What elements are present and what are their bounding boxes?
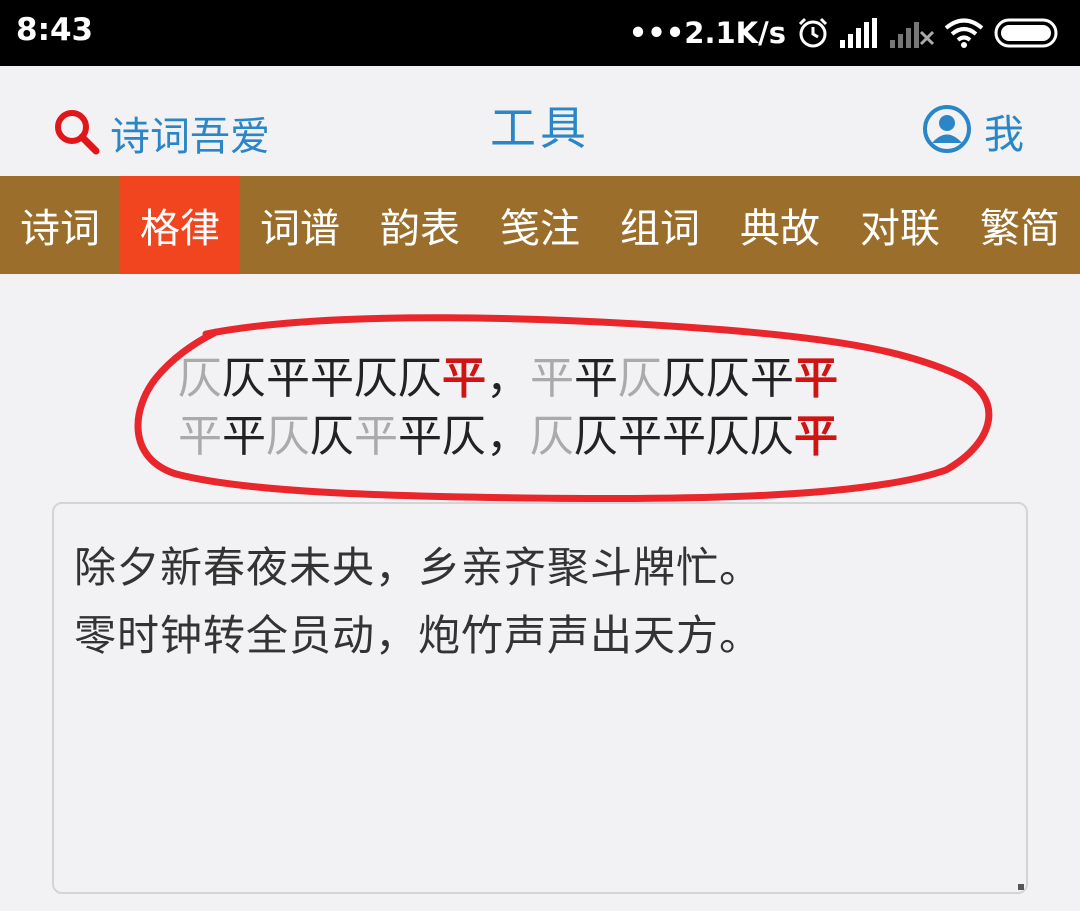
tool-tabs: 诗词 格律 词谱 韵表 笺注 组词 典故 对联 繁简 bbox=[0, 176, 1080, 274]
status-icons: •••2.1K/s bbox=[629, 12, 1062, 54]
tab-5[interactable]: 组词 bbox=[600, 176, 720, 274]
pattern-punctuation: ， bbox=[486, 353, 530, 404]
tone-char: 平 bbox=[662, 411, 706, 462]
tone-char: 仄 bbox=[530, 411, 574, 462]
tone-char: 平 bbox=[222, 411, 266, 462]
signal-icon bbox=[840, 18, 880, 48]
tone-char: 仄 bbox=[178, 353, 222, 404]
status-bar: 8:43 •••2.1K/s bbox=[0, 0, 1080, 66]
signal-off-icon bbox=[890, 18, 934, 48]
tab-7[interactable]: 对联 bbox=[840, 176, 960, 274]
tone-char: 仄 bbox=[750, 411, 794, 462]
tone-char: 平 bbox=[398, 411, 442, 462]
poem-input[interactable]: 除夕新春夜未央，乡亲齐聚斗牌忙。 零时钟转全员动，炮竹声声出天方。 bbox=[52, 502, 1028, 894]
pattern-punctuation: ， bbox=[486, 411, 530, 462]
user-avatar-icon bbox=[922, 104, 972, 158]
tab-2[interactable]: 词谱 bbox=[240, 176, 360, 274]
tonal-pattern: 仄仄平平仄仄平，平平仄仄仄平平 平平仄仄平平仄，仄仄平平仄仄平 bbox=[178, 350, 918, 466]
resize-handle[interactable] bbox=[1018, 884, 1024, 890]
tone-char: 平 bbox=[178, 411, 222, 462]
profile-button[interactable]: 我 bbox=[922, 102, 1024, 160]
tone-char: 仄 bbox=[574, 411, 618, 462]
tone-char: 仄 bbox=[310, 411, 354, 462]
tab-3[interactable]: 韵表 bbox=[360, 176, 480, 274]
tone-char: 平 bbox=[354, 411, 398, 462]
tone-char: 仄 bbox=[706, 353, 750, 404]
rhyme-tone-char: 平 bbox=[794, 411, 838, 462]
alarm-icon bbox=[796, 16, 830, 50]
pattern-line: 仄仄平平仄仄平，平平仄仄仄平平 bbox=[178, 350, 918, 408]
tone-char: 仄 bbox=[706, 411, 750, 462]
tone-char: 平 bbox=[574, 353, 618, 404]
tone-char: 仄 bbox=[222, 353, 266, 404]
poem-line-2: 零时钟转全员动，炮竹声声出天方。 bbox=[74, 611, 763, 660]
tone-char: 平 bbox=[618, 411, 662, 462]
tab-6[interactable]: 典故 bbox=[720, 176, 840, 274]
pattern-line: 平平仄仄平平仄，仄仄平平仄仄平 bbox=[178, 408, 918, 466]
profile-label: 我 bbox=[984, 112, 1024, 158]
tone-char: 平 bbox=[530, 353, 574, 404]
tone-char: 仄 bbox=[266, 411, 310, 462]
app-header: 诗词吾爱 工具 我 bbox=[0, 66, 1080, 176]
rhyme-tone-char: 平 bbox=[442, 353, 486, 404]
wifi-icon bbox=[944, 17, 984, 49]
status-time: 8:43 bbox=[16, 12, 94, 48]
battery-icon bbox=[994, 17, 1062, 49]
poem-line-1: 除夕新春夜未央，乡亲齐聚斗牌忙。 bbox=[74, 543, 763, 592]
rhyme-tone-char: 平 bbox=[794, 353, 838, 404]
tab-8[interactable]: 繁简 bbox=[960, 176, 1080, 274]
tab-4[interactable]: 笺注 bbox=[480, 176, 600, 274]
tone-char: 平 bbox=[266, 353, 310, 404]
tab-0[interactable]: 诗词 bbox=[0, 176, 120, 274]
tone-char: 仄 bbox=[354, 353, 398, 404]
tone-char: 仄 bbox=[618, 353, 662, 404]
page-title: 工具 bbox=[490, 101, 590, 155]
tone-char: 仄 bbox=[442, 411, 486, 462]
network-speed: •••2.1K/s bbox=[628, 16, 786, 50]
tab-1[interactable]: 格律 bbox=[120, 176, 240, 274]
tone-char: 平 bbox=[310, 353, 354, 404]
tone-char: 仄 bbox=[662, 353, 706, 404]
tone-char: 仄 bbox=[398, 353, 442, 404]
tone-char: 平 bbox=[750, 353, 794, 404]
